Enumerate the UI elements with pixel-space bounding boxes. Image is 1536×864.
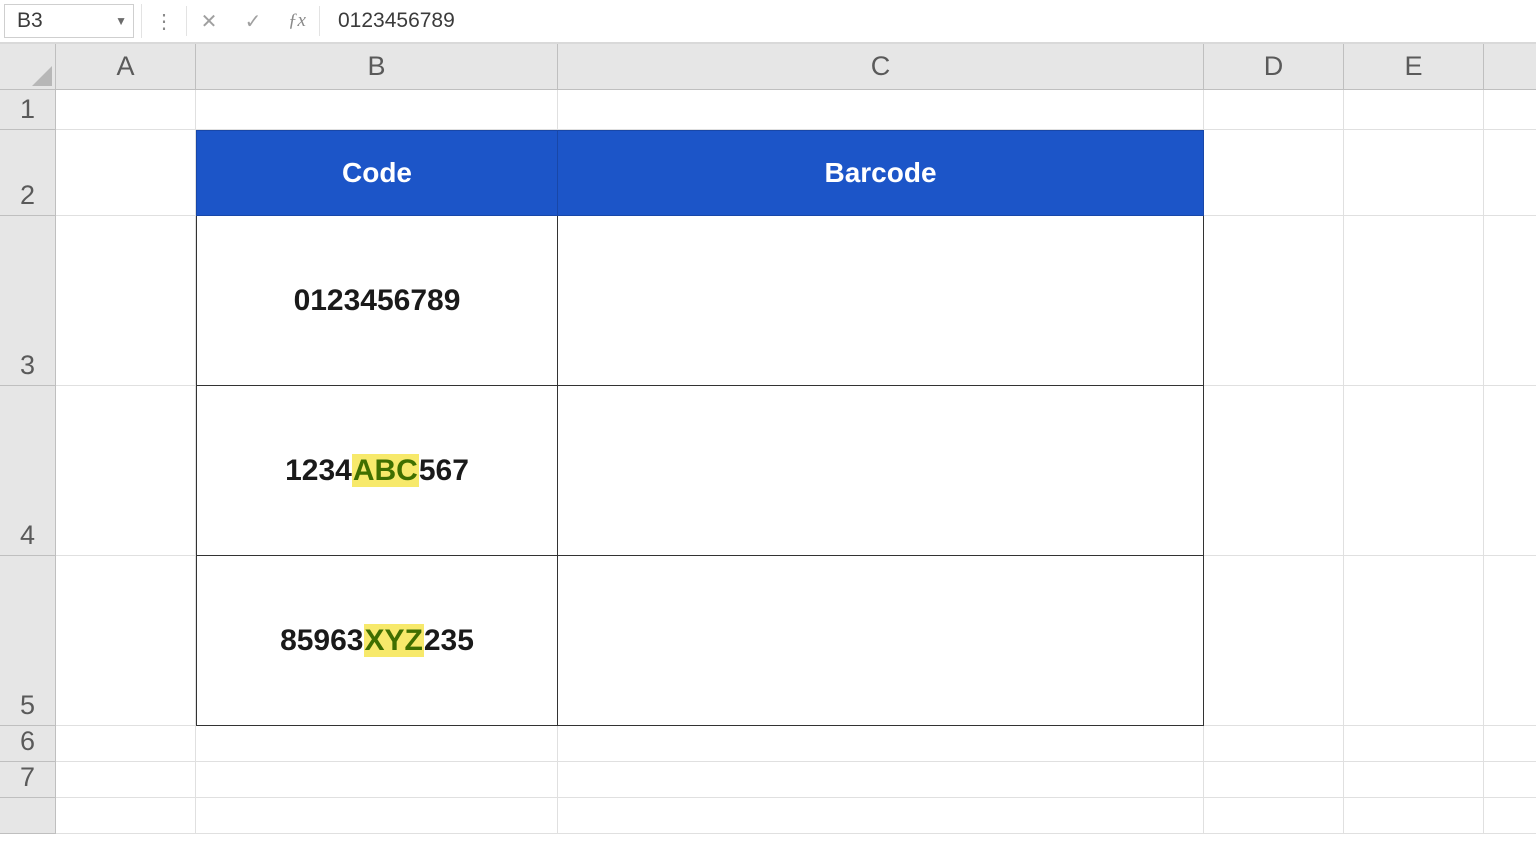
cell-B4[interactable]: 1234ABC567 [196, 386, 558, 556]
cell-A1[interactable] [56, 90, 196, 130]
cell-C8[interactable] [558, 798, 1204, 834]
fx-icon[interactable]: ƒx [275, 0, 319, 42]
cell-A7[interactable] [56, 762, 196, 798]
cell-C4[interactable] [558, 386, 1204, 556]
column-header-overflow [1484, 44, 1536, 90]
chevron-down-icon[interactable]: ▼ [115, 14, 127, 28]
column-header-D[interactable]: D [1204, 44, 1344, 90]
cancel-icon[interactable]: ✕ [187, 0, 231, 42]
cell-C5[interactable] [558, 556, 1204, 726]
table-header-label: Code [342, 157, 412, 189]
cell-B6[interactable] [196, 726, 558, 762]
formula-bar: B3 ▼ ⋮ ✕ ✓ ƒx 0123456789 [0, 0, 1536, 44]
code-value: 1234ABC567 [285, 454, 469, 488]
select-all-corner[interactable] [0, 44, 56, 90]
cell-A5[interactable] [56, 556, 196, 726]
row-header-8[interactable] [0, 798, 56, 834]
cell-E7[interactable] [1344, 762, 1484, 798]
cell-overflow-5 [1484, 556, 1536, 726]
row-header-7[interactable]: 7 [0, 762, 56, 798]
code-value: 85963XYZ235 [280, 624, 474, 658]
table-header-label: Barcode [824, 157, 936, 189]
cell-overflow-2 [1484, 130, 1536, 216]
cell-C6[interactable] [558, 726, 1204, 762]
column-header-C[interactable]: C [558, 44, 1204, 90]
cell-A2[interactable] [56, 130, 196, 216]
divider [134, 4, 142, 38]
column-header-B[interactable]: B [196, 44, 558, 90]
cell-B3[interactable]: 0123456789 [196, 216, 558, 386]
row-header-4[interactable]: 4 [0, 386, 56, 556]
cell-C7[interactable] [558, 762, 1204, 798]
cell-B5[interactable]: 85963XYZ235 [196, 556, 558, 726]
cell-overflow-8 [1484, 798, 1536, 834]
more-icon[interactable]: ⋮ [142, 0, 186, 42]
cell-C3[interactable] [558, 216, 1204, 386]
cell-E2[interactable] [1344, 130, 1484, 216]
cell-A6[interactable] [56, 726, 196, 762]
cell-E3[interactable] [1344, 216, 1484, 386]
cell-D1[interactable] [1204, 90, 1344, 130]
row-header-2[interactable]: 2 [0, 130, 56, 216]
cell-D3[interactable] [1204, 216, 1344, 386]
cell-overflow-1 [1484, 90, 1536, 130]
enter-icon[interactable]: ✓ [231, 0, 275, 42]
cell-D2[interactable] [1204, 130, 1344, 216]
cell-B7[interactable] [196, 762, 558, 798]
cell-overflow-3 [1484, 216, 1536, 386]
cell-D6[interactable] [1204, 726, 1344, 762]
cell-A8[interactable] [56, 798, 196, 834]
cell-D5[interactable] [1204, 556, 1344, 726]
formula-input[interactable]: 0123456789 [320, 0, 1536, 42]
cell-overflow-6 [1484, 726, 1536, 762]
cell-A3[interactable] [56, 216, 196, 386]
column-header-E[interactable]: E [1344, 44, 1484, 90]
cell-overflow-7 [1484, 762, 1536, 798]
table-header-code[interactable]: Code [196, 130, 558, 216]
name-box-value: B3 [17, 9, 43, 33]
cell-overflow-4 [1484, 386, 1536, 556]
name-box[interactable]: B3 ▼ [4, 4, 134, 38]
cell-D8[interactable] [1204, 798, 1344, 834]
table-header-barcode[interactable]: Barcode [558, 130, 1204, 216]
cell-E8[interactable] [1344, 798, 1484, 834]
row-header-6[interactable]: 6 [0, 726, 56, 762]
cell-E5[interactable] [1344, 556, 1484, 726]
row-header-5[interactable]: 5 [0, 556, 56, 726]
column-header-A[interactable]: A [56, 44, 196, 90]
cell-D7[interactable] [1204, 762, 1344, 798]
cell-E4[interactable] [1344, 386, 1484, 556]
cell-D4[interactable] [1204, 386, 1344, 556]
row-header-1[interactable]: 1 [0, 90, 56, 130]
formula-input-value: 0123456789 [338, 9, 455, 33]
cell-A4[interactable] [56, 386, 196, 556]
cell-B8[interactable] [196, 798, 558, 834]
spreadsheet-grid: A B C D E 1 2 Code Barcode 3 0123456789 … [0, 44, 1536, 834]
cell-E1[interactable] [1344, 90, 1484, 130]
cell-E6[interactable] [1344, 726, 1484, 762]
row-header-3[interactable]: 3 [0, 216, 56, 386]
code-value: 0123456789 [294, 284, 461, 318]
cell-B1[interactable] [196, 90, 558, 130]
cell-C1[interactable] [558, 90, 1204, 130]
